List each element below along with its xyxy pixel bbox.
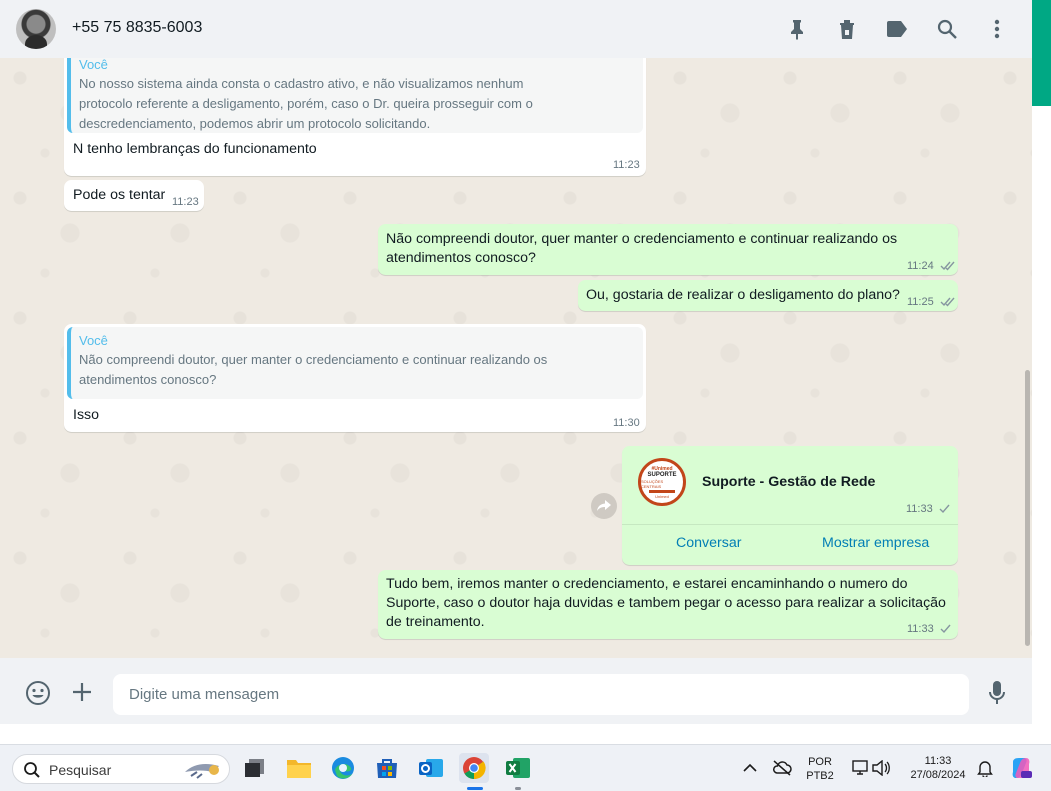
edge-icon[interactable] — [328, 753, 358, 783]
message-time: 11:23 — [172, 196, 199, 208]
message-incoming[interactable]: Você Não compreendi doutor, quer manter … — [64, 324, 646, 432]
show-hidden-icons-chevron-icon[interactable] — [735, 753, 765, 783]
volume-icon[interactable] — [866, 753, 896, 783]
sent-tick-icon — [939, 504, 950, 514]
file-explorer-icon[interactable] — [284, 753, 314, 783]
microphone-icon[interactable] — [983, 679, 1011, 707]
message-outgoing[interactable]: Ou, gostaria de realizar o desligamento … — [578, 280, 958, 311]
quote-line: No nosso sistema ainda consta o cadastro… — [79, 76, 524, 91]
business-logo: #Unimed SUPORTE SOLUÇÕES CENTRAIS Unimed — [638, 458, 686, 506]
search-icon — [24, 762, 40, 778]
message-text-line: Tudo bem, iremos manter o credenciamento… — [386, 576, 908, 592]
notification-bell-icon[interactable] — [970, 753, 1000, 783]
message-time: 11:33 — [906, 503, 933, 515]
emoji-icon[interactable] — [24, 679, 52, 707]
excel-icon[interactable] — [503, 753, 533, 783]
message-incoming[interactable]: Pode os tentar 11:23 — [64, 180, 204, 211]
message-text: Isso — [73, 407, 100, 423]
message-meta: 11:25 — [907, 295, 956, 310]
quote-line: Não compreendi doutor, quer manter o cre… — [79, 352, 548, 367]
chat-header: +55 75 8835-6003 — [0, 0, 1032, 58]
label-icon[interactable] — [885, 17, 909, 41]
message-text-line: Não compreendi doutor, quer manter o cre… — [386, 231, 898, 247]
input-language-indicator[interactable]: POR PTB2 — [800, 755, 840, 783]
quote-line: descredenciamento, podemos abrir um prot… — [79, 116, 431, 131]
sent-tick-icon — [940, 624, 951, 634]
taskbar-search[interactable]: Pesquisar — [12, 754, 230, 784]
attach-plus-icon[interactable] — [68, 678, 96, 706]
running-app-indicator — [515, 787, 521, 790]
window-bottom-margin — [0, 724, 1032, 744]
search-icon[interactable] — [935, 17, 959, 41]
show-business-button[interactable]: Mostrar empresa — [822, 534, 929, 553]
message-input-box[interactable] — [113, 674, 969, 715]
message-meta: 11:24 — [907, 259, 956, 274]
task-view-icon[interactable] — [240, 753, 270, 783]
message-text: Ou, gostaria de realizar o desligamento … — [586, 287, 900, 303]
message-list[interactable]: Você No nosso sistema ainda consta o cad… — [0, 58, 1032, 658]
chrome-icon[interactable] — [459, 753, 489, 783]
quote-line: atendimentos conosco? — [79, 372, 217, 387]
message-text-line: Suporte, caso o doutor haja duvidas e ta… — [386, 595, 946, 611]
menu-icon[interactable] — [985, 17, 1009, 41]
message-text-line: atendimentos conosco? — [386, 250, 536, 266]
forward-button[interactable] — [591, 493, 617, 519]
forward-icon — [597, 500, 611, 511]
message-text-line: de treinamento. — [386, 614, 485, 630]
language-code: POR — [808, 756, 832, 768]
contact-card[interactable]: #Unimed SUPORTE SOLUÇÕES CENTRAIS Unimed… — [622, 446, 958, 528]
taskbar-search-placeholder: Pesquisar — [49, 762, 112, 778]
message-outgoing[interactable]: Tudo bem, iremos manter o credenciamento… — [378, 570, 958, 639]
message-meta: 11:33 — [907, 622, 952, 637]
clock-time: 11:33 — [924, 755, 952, 767]
windows-taskbar: Pesquisar POR PTB2 11:33 27/08/2024 — [0, 744, 1051, 791]
chat-scrollbar-thumb[interactable] — [1025, 370, 1030, 646]
message-time: 11:30 — [613, 417, 640, 429]
card-divider — [622, 524, 958, 525]
message-time: 11:33 — [907, 623, 934, 635]
window-edge — [1032, 0, 1051, 740]
chat-with-contact-button[interactable]: Conversar — [676, 534, 741, 553]
message-time: 11:23 — [613, 159, 640, 171]
read-receipt-icon — [940, 261, 955, 271]
clock-date: 27/08/2024 — [910, 769, 966, 781]
quoted-message[interactable]: Você Não compreendi doutor, quer manter … — [67, 327, 643, 399]
active-app-indicator — [467, 787, 483, 790]
contact-avatar[interactable] — [16, 9, 56, 49]
message-outgoing[interactable]: Não compreendi doutor, quer manter o cre… — [378, 224, 958, 275]
message-composer — [0, 658, 1032, 724]
message-time: 11:24 — [907, 260, 934, 272]
message-time: 11:25 — [907, 296, 934, 308]
quoted-message[interactable]: Você No nosso sistema ainda consta o cad… — [67, 58, 643, 133]
message-input[interactable] — [113, 674, 969, 715]
store-icon[interactable] — [372, 753, 402, 783]
contact-name[interactable]: +55 75 8835-6003 — [72, 19, 202, 37]
message-incoming[interactable]: Você No nosso sistema ainda consta o cad… — [64, 58, 646, 176]
read-receipt-icon — [940, 297, 955, 307]
quote-author: Você — [79, 58, 108, 72]
message-text: Pode os tentar — [73, 187, 166, 203]
contact-card-message[interactable]: #Unimed SUPORTE SOLUÇÕES CENTRAIS Unimed… — [622, 446, 958, 565]
quote-line: protocolo referente a desligamento, poré… — [79, 96, 533, 111]
copilot-icon[interactable] — [1006, 753, 1036, 783]
system-clock[interactable]: 11:33 27/08/2024 — [902, 754, 974, 782]
outlook-icon[interactable] — [416, 753, 446, 783]
message-text: N tenho lembranças do funcionamento — [73, 141, 317, 157]
pin-icon[interactable] — [785, 17, 809, 41]
cloud-offline-icon[interactable] — [767, 753, 797, 783]
contact-card-title: Suporte - Gestão de Rede — [702, 474, 876, 490]
search-highlight-illustration — [185, 764, 219, 779]
trash-icon[interactable] — [835, 17, 859, 41]
message-meta: 11:33 — [906, 502, 951, 517]
quote-author: Você — [79, 333, 108, 348]
keyboard-layout: PTB2 — [806, 770, 834, 782]
accent-strip — [1032, 0, 1051, 106]
